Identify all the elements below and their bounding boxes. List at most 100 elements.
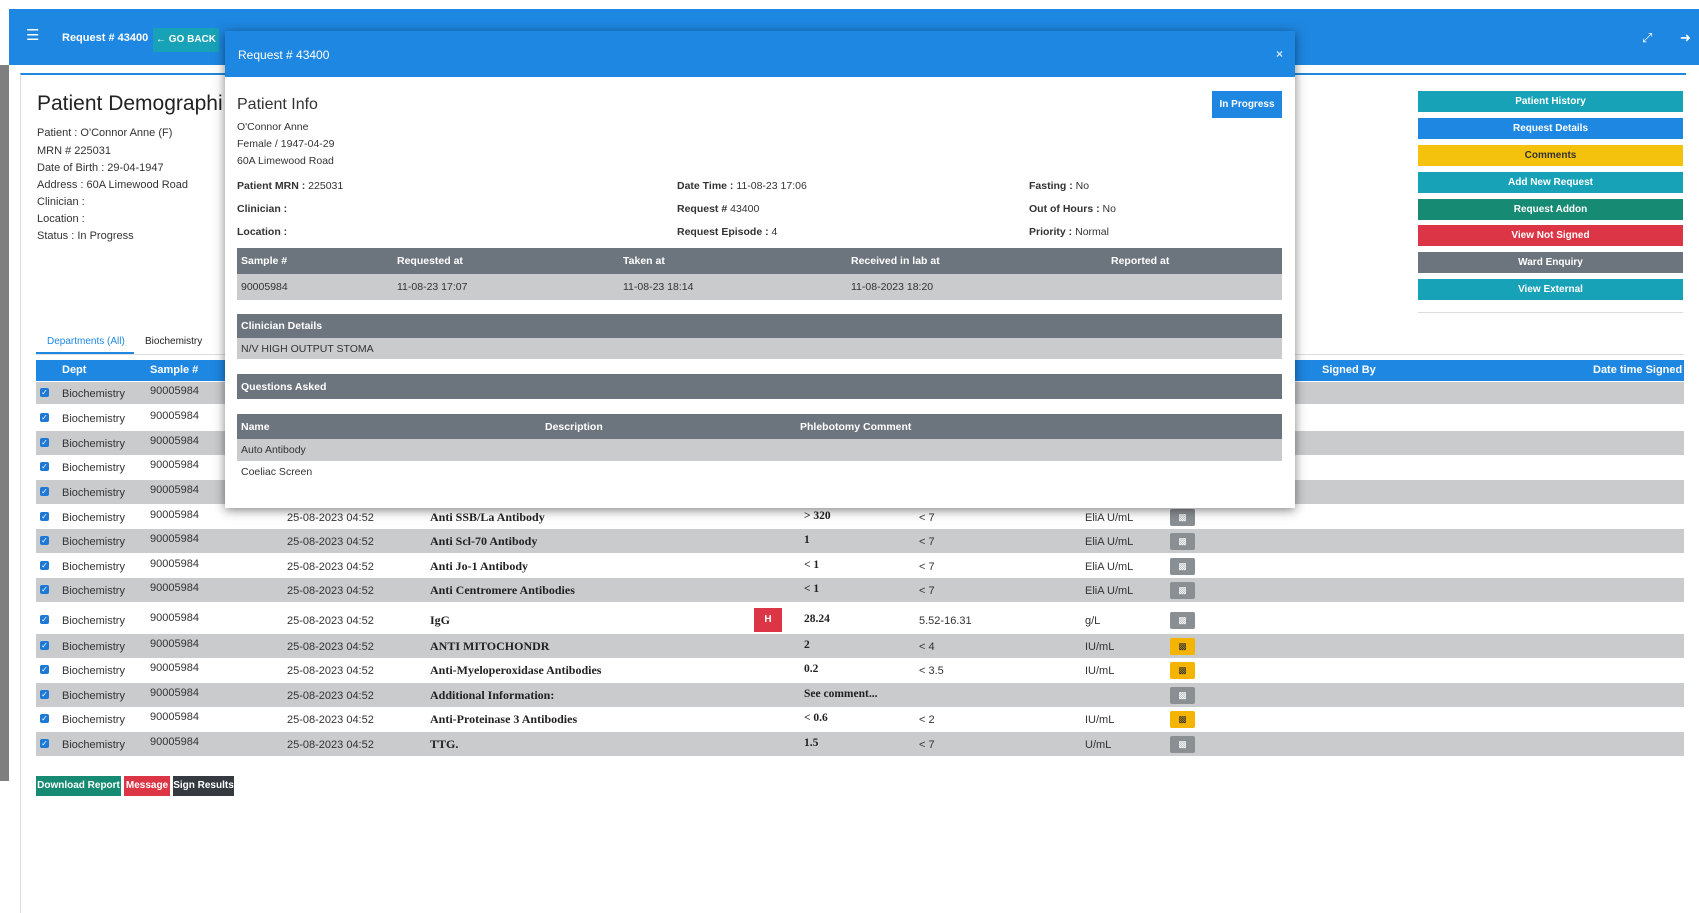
location-field: Location : xyxy=(237,226,288,238)
test-name: Coeliac Screen xyxy=(241,466,313,478)
close-icon[interactable]: × xyxy=(1276,47,1283,61)
lock-icon[interactable]: ▩ xyxy=(1170,582,1195,599)
message-button[interactable]: Message xyxy=(124,776,170,796)
expand-icon[interactable]: ⤢ xyxy=(1642,30,1652,46)
lock-icon[interactable]: ▩ xyxy=(1170,533,1195,550)
active-tab-indicator xyxy=(36,352,134,354)
row-checkbox[interactable]: ✓ xyxy=(40,739,49,748)
logout-icon[interactable]: ➜ xyxy=(1680,30,1691,46)
dept-cell: Biochemistry xyxy=(62,512,125,524)
unit-cell: IU/mL xyxy=(1085,714,1115,726)
row-checkbox[interactable]: ✓ xyxy=(40,615,49,624)
request-details-button[interactable]: Request Details xyxy=(1418,118,1683,139)
sample-cell: 90005984 xyxy=(150,662,199,674)
tests-table-header: Name Description Phlebotomy Comment xyxy=(237,414,1282,439)
clinician-field: Clinician : xyxy=(237,203,288,215)
hamburger-icon[interactable]: ☰ xyxy=(26,28,39,43)
fasting-field: Fasting : No xyxy=(1029,180,1090,192)
row-checkbox[interactable]: ✓ xyxy=(40,585,49,594)
test-cell: IgG xyxy=(430,613,451,627)
comments-button[interactable]: Comments xyxy=(1418,145,1683,166)
date-cell: 25-08-2023 04:52 xyxy=(287,641,374,653)
view-external-button[interactable]: View External xyxy=(1418,279,1683,300)
lock-icon[interactable]: ▩ xyxy=(1170,509,1195,526)
request-number-field: Request # 43400 xyxy=(677,203,760,215)
lock-icon[interactable]: ▩ xyxy=(1170,711,1195,728)
sample-cell: 90005984 xyxy=(150,687,199,699)
mrn-field: Patient MRN : 225031 xyxy=(237,180,344,192)
divider xyxy=(1418,312,1683,313)
lock-icon[interactable]: ▩ xyxy=(1170,612,1195,629)
row-checkbox[interactable]: ✓ xyxy=(40,438,49,447)
col-date-signed: Date time Signed xyxy=(1593,364,1683,376)
dept-cell: Biochemistry xyxy=(62,585,125,597)
questions-asked-header: Questions Asked xyxy=(237,374,1282,399)
sign-results-button[interactable]: Sign Results xyxy=(173,776,234,796)
patient-history-button[interactable]: Patient History xyxy=(1418,91,1683,112)
patient-address: 60A Limewood Road xyxy=(237,155,334,167)
ward-enquiry-button[interactable]: Ward Enquiry xyxy=(1418,252,1683,273)
received-at: 11-08-2023 18:20 xyxy=(851,281,934,293)
sample-cell: 90005984 xyxy=(150,410,199,422)
sample-cell: 90005984 xyxy=(150,638,199,650)
sample-cell: 90005984 xyxy=(150,582,199,594)
table-row: ✓ Biochemistry 90005984 25-08-2023 04:52 Ant… xyxy=(36,658,1684,682)
lock-icon[interactable]: ▩ xyxy=(1170,558,1195,575)
row-checkbox[interactable]: ✓ xyxy=(40,512,49,521)
table-row: ✓ Biochemistry 90005984 25-08-2023 04:52 TTG… xyxy=(36,732,1684,756)
row-checkbox[interactable]: ✓ xyxy=(40,487,49,496)
request-addon-button[interactable]: Request Addon xyxy=(1418,199,1683,220)
sample-cell: 90005984 xyxy=(150,612,199,624)
test-name: Auto Antibody xyxy=(241,444,306,456)
unit-cell: EliA U/mL xyxy=(1085,536,1134,548)
table-row: ✓ Biochemistry 90005984 25-08-2023 04:52 Ant… xyxy=(36,505,1684,529)
dept-cell: Biochemistry xyxy=(62,388,125,400)
go-back-button[interactable]: ← GO BACK xyxy=(153,28,219,52)
status-button[interactable]: In Progress xyxy=(1212,91,1282,118)
row-checkbox[interactable]: ✓ xyxy=(40,641,49,650)
sample-cell: 90005984 xyxy=(150,711,199,723)
row-checkbox[interactable]: ✓ xyxy=(40,462,49,471)
row-checkbox[interactable]: ✓ xyxy=(40,690,49,699)
table-row: ✓ Biochemistry 90005984 25-08-2023 04:52 Ant… xyxy=(36,529,1684,553)
lock-icon[interactable]: ▩ xyxy=(1170,736,1195,753)
patient-name-line: Patient : O'Connor Anne (F) xyxy=(37,127,173,139)
date-cell: 25-08-2023 04:52 xyxy=(287,561,374,573)
row-checkbox[interactable]: ✓ xyxy=(40,536,49,545)
sample-cell: 90005984 xyxy=(150,385,199,397)
modal-title: Request # 43400 xyxy=(238,48,330,62)
range-cell: 5.52-16.31 xyxy=(919,615,972,627)
view-not-signed-button[interactable]: View Not Signed xyxy=(1418,225,1683,246)
table-row: ✓ Biochemistry 90005984 25-08-2023 04:52 Ant… xyxy=(36,554,1684,578)
table-row: ✓ Biochemistry 90005984 25-08-2023 04:52 Ant… xyxy=(36,707,1684,731)
test-cell: Additional Information: xyxy=(430,688,555,702)
episode-field: Request Episode : 4 xyxy=(677,226,778,238)
test-cell: ANTI MITOCHONDR xyxy=(430,639,550,653)
row-checkbox[interactable]: ✓ xyxy=(40,413,49,422)
sample-cell: 90005984 xyxy=(150,509,199,521)
test-cell: Anti Jo-1 Antibody xyxy=(430,559,529,573)
lock-icon[interactable]: ▩ xyxy=(1170,662,1195,679)
arrow-left-icon: ← xyxy=(155,34,166,45)
col-sample-number: Sample # xyxy=(241,255,288,267)
download-report-button[interactable]: Download Report xyxy=(36,776,121,796)
row-checkbox[interactable]: ✓ xyxy=(40,561,49,570)
col-reported-at: Reported at xyxy=(1111,255,1170,267)
add-new-request-button[interactable]: Add New Request xyxy=(1418,172,1683,193)
tab-departments-all[interactable]: Departments (All) xyxy=(47,336,125,347)
tab-biochemistry[interactable]: Biochemistry xyxy=(145,336,202,347)
dept-cell: Biochemistry xyxy=(62,690,125,702)
sample-number: 90005984 xyxy=(241,281,288,293)
date-cell: 25-08-2023 04:52 xyxy=(287,615,374,627)
row-checkbox[interactable]: ✓ xyxy=(40,388,49,397)
col-signed-by: Signed By xyxy=(1322,364,1376,376)
row-checkbox[interactable]: ✓ xyxy=(40,714,49,723)
lock-icon[interactable]: ▩ xyxy=(1170,687,1195,704)
go-back-label: GO BACK xyxy=(168,34,216,45)
questions-asked-title: Questions Asked xyxy=(241,381,327,393)
lock-icon[interactable]: ▩ xyxy=(1170,638,1195,655)
row-checkbox[interactable]: ✓ xyxy=(40,665,49,674)
header-title: Request # 43400 xyxy=(62,32,149,44)
sample-cell: 90005984 xyxy=(150,484,199,496)
dept-cell: Biochemistry xyxy=(62,665,125,677)
